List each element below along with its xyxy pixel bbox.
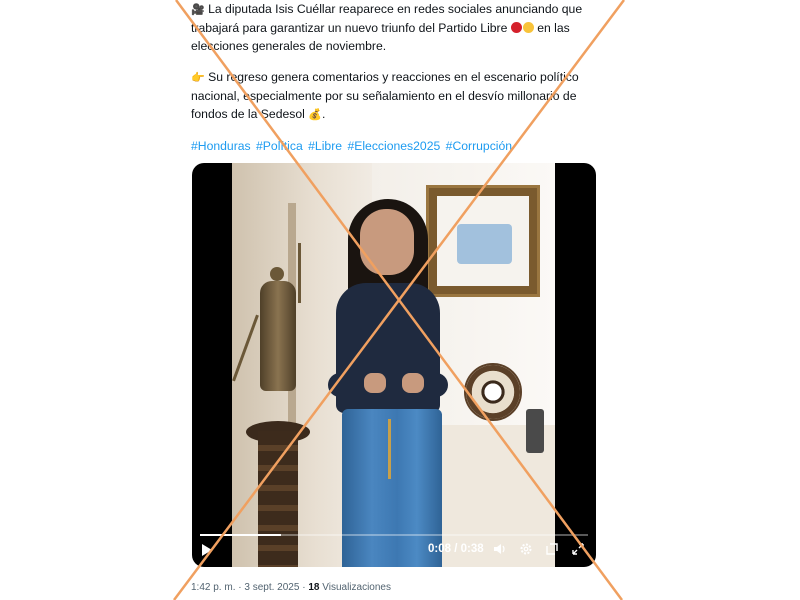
video-time: 0:08 / 0:38 — [428, 543, 484, 555]
yellow-hand-icon — [522, 22, 534, 33]
picture-frame — [426, 185, 540, 297]
person-arms — [328, 373, 448, 397]
current-time: 0:08 — [428, 543, 452, 555]
decorative-plate — [464, 363, 522, 421]
figurine — [526, 409, 544, 453]
person-hand-right — [402, 373, 424, 393]
person-face — [360, 209, 414, 275]
person-jeans — [342, 409, 442, 567]
duration: 0:38 — [460, 543, 484, 555]
settings-icon[interactable] — [518, 542, 534, 558]
pedestal — [258, 431, 298, 567]
red-circle-icon — [510, 22, 522, 33]
video-progress-fill — [200, 534, 282, 536]
paragraph-2-tail: . — [321, 107, 326, 121]
camera-icon: 🎥 — [191, 3, 205, 16]
frame-inner — [437, 196, 529, 286]
money-bag-icon: 💰 — [308, 108, 322, 121]
page: 🎥 La diputada Isis Cuéllar reaparece en … — [0, 0, 800, 600]
hashtag-libre[interactable]: #Libre — [308, 139, 342, 153]
video-frame — [232, 163, 555, 567]
paragraph-2-text: Su regreso genera comentarios y reaccion… — [191, 70, 579, 121]
tweet-date[interactable]: 3 sept. 2025 — [244, 582, 299, 593]
hashtag-politica[interactable]: #Política — [256, 139, 303, 153]
statue-staff — [298, 243, 301, 303]
hashtag-elecciones2025[interactable]: #Elecciones2025 — [347, 139, 440, 153]
statue-head — [270, 267, 284, 281]
view-count: 18 — [308, 582, 320, 593]
meta-dot: · — [238, 582, 242, 593]
video-player[interactable]: 0:08 / 0:38 — [192, 163, 596, 567]
tweet-meta: 1:42 p. m. · 3 sept. 2025 · 18 Visualiza… — [191, 582, 391, 593]
volume-icon[interactable] — [492, 542, 508, 558]
video-progress-bar[interactable] — [200, 534, 588, 536]
pointing-hand-icon: 👉 — [191, 71, 205, 84]
hashtag-corrupcion[interactable]: #Corrupción — [446, 139, 512, 153]
belt-cord — [388, 419, 391, 479]
person-hand-left — [364, 373, 386, 393]
frame-artwork — [457, 224, 512, 264]
tweet-time[interactable]: 1:42 p. m. — [191, 582, 235, 593]
tweet-paragraph-2: 👉 Su regreso genera comentarios y reacci… — [191, 68, 596, 124]
views-label: Visualizaciones — [322, 582, 391, 593]
play-icon[interactable] — [202, 544, 212, 556]
fullscreen-icon[interactable] — [570, 542, 586, 558]
hashtag-list: #Honduras #Política #Libre #Elecciones20… — [191, 137, 514, 155]
tweet-paragraph-1: 🎥 La diputada Isis Cuéllar reaparece en … — [191, 0, 596, 55]
pip-icon[interactable] — [544, 542, 560, 558]
meta-dot: · — [302, 582, 306, 593]
time-separator: / — [454, 543, 458, 555]
hashtag-honduras[interactable]: #Honduras — [191, 139, 251, 153]
statue-body — [260, 281, 296, 391]
